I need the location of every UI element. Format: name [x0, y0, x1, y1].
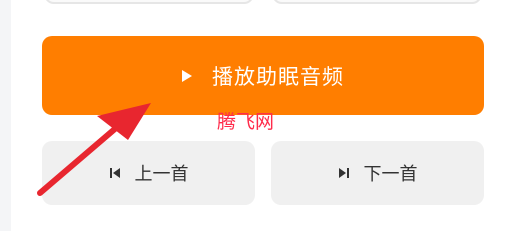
left-edge-strip	[0, 0, 11, 231]
top-card-right[interactable]	[272, 0, 482, 4]
next-track-label: 下一首	[363, 164, 418, 185]
play-button-label: 播放助眠音频	[212, 64, 344, 89]
watermark-text: 腾飞网	[217, 111, 275, 133]
top-card-left[interactable]	[44, 0, 254, 4]
previous-track-button[interactable]: 上一首	[42, 141, 255, 205]
play-icon	[182, 70, 192, 82]
skip-previous-icon	[109, 167, 121, 179]
skip-next-icon	[338, 167, 350, 179]
play-sleep-audio-button[interactable]: 播放助眠音频	[42, 36, 484, 115]
previous-track-label: 上一首	[134, 164, 189, 185]
next-track-button[interactable]: 下一首	[271, 141, 484, 205]
